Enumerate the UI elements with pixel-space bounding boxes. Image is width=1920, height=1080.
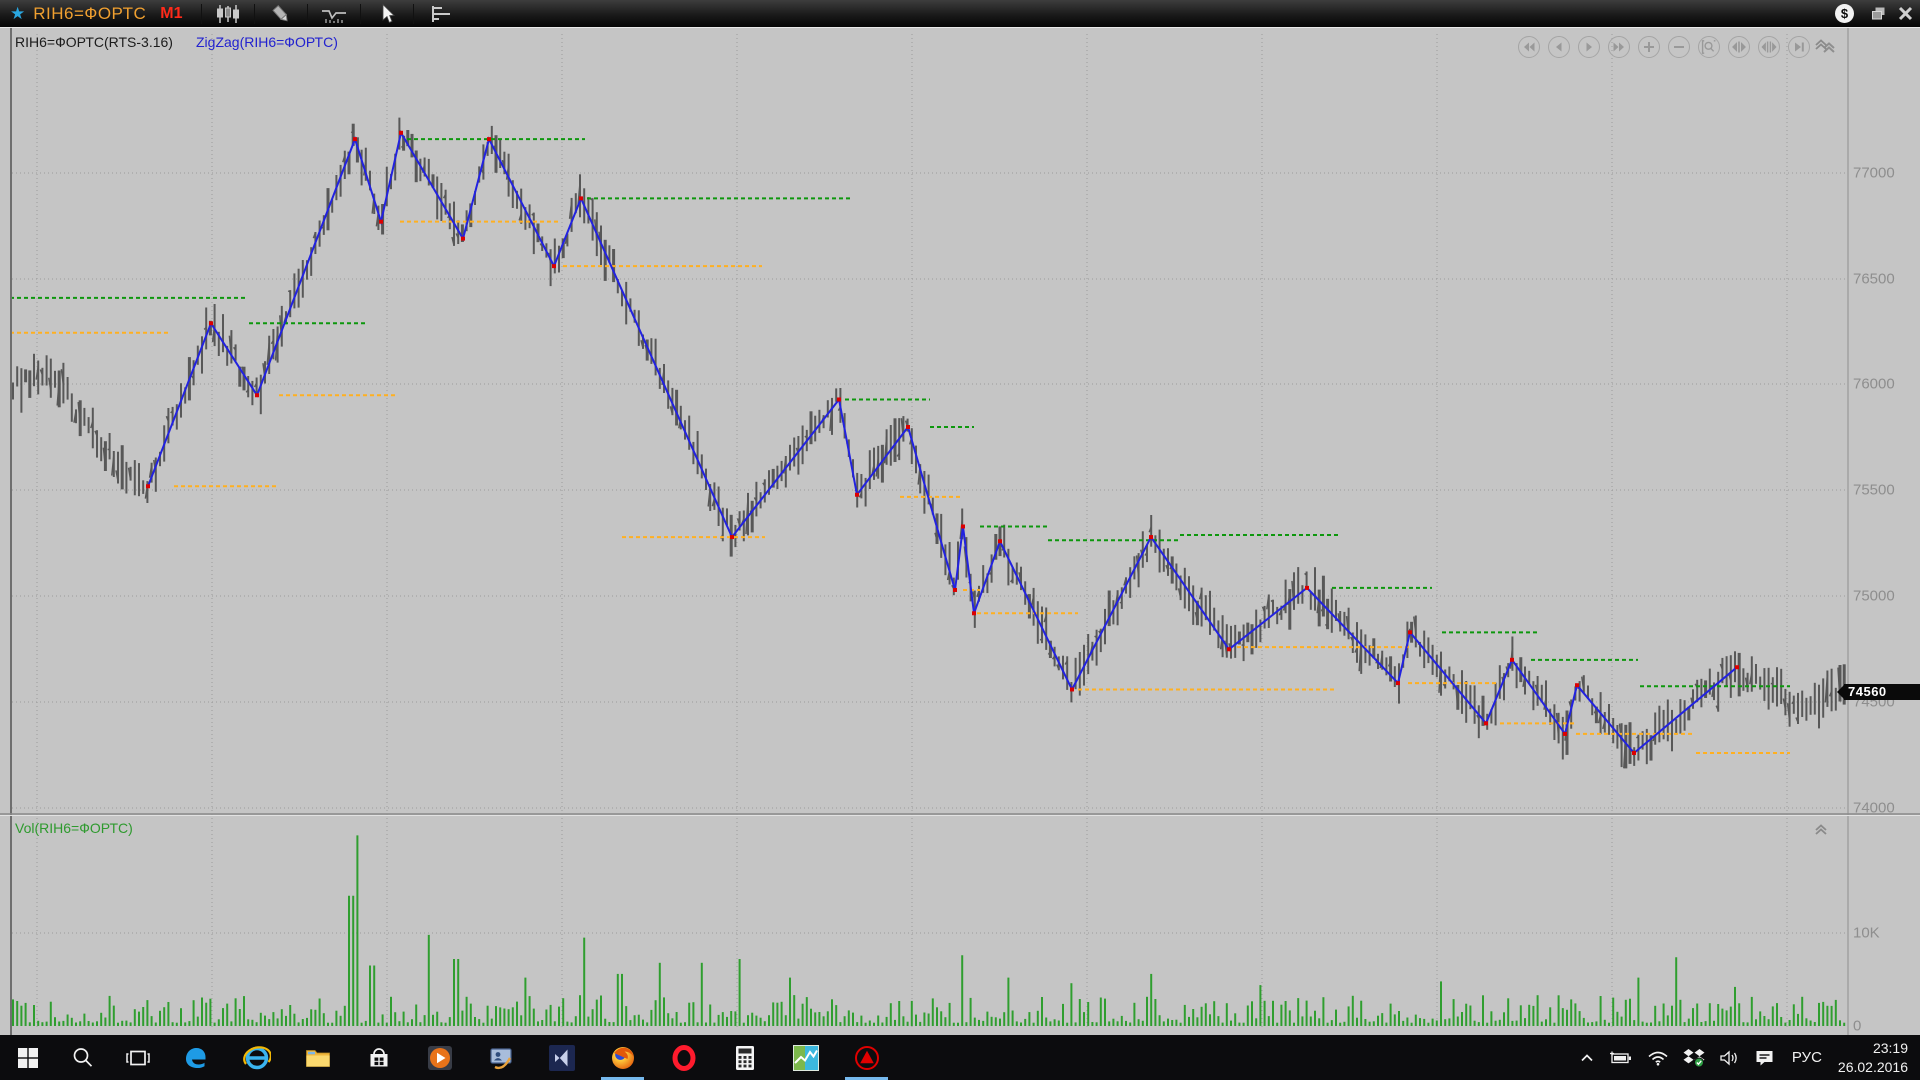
windows-taskbar: РУС 23:19 26.02.2016	[0, 1035, 1920, 1080]
step-back-button[interactable]	[1548, 36, 1570, 58]
titlebar-controls: $	[1835, 0, 1916, 27]
volume-indicator-label: Vol(RIH6=ФОРТС)	[15, 820, 133, 836]
restore-window-button[interactable]	[1868, 4, 1890, 24]
language-indicator[interactable]: РУС	[1782, 1049, 1832, 1066]
system-tray: РУС 23:19 26.02.2016	[1572, 1035, 1920, 1080]
toolbar-separator	[307, 4, 308, 24]
zoom-in-button[interactable]	[1638, 36, 1660, 58]
price-tick-label: 76500	[1853, 271, 1895, 288]
instrument-label: RIH6=ФОРТС(RTS-3.16)	[15, 34, 173, 50]
toolbar-separator	[360, 4, 361, 24]
cursor-tool[interactable]	[367, 1, 407, 26]
zoom-window-button[interactable]	[1698, 36, 1720, 58]
trading-terminal-app[interactable]	[836, 1035, 897, 1080]
firefox-app[interactable]	[592, 1035, 653, 1080]
expand-horizontal-button[interactable]	[1728, 36, 1750, 58]
action-center-icon[interactable]	[1748, 1035, 1782, 1080]
price-tick-label: 76000	[1853, 376, 1895, 393]
price-pane-collapse-chevron[interactable]	[1812, 36, 1830, 52]
chart-app[interactable]	[775, 1035, 836, 1080]
indicator-tool[interactable]	[314, 1, 354, 26]
favorite-star-icon[interactable]: ★	[10, 0, 25, 27]
price-tick-label: 77000	[1853, 165, 1895, 182]
file-explorer-app[interactable]	[287, 1035, 348, 1080]
fit-scale-button[interactable]	[1758, 36, 1780, 58]
visual-studio-app[interactable]	[531, 1035, 592, 1080]
tray-expand-chevron[interactable]	[1572, 1035, 1602, 1080]
opera-app[interactable]	[653, 1035, 714, 1080]
toolbar-separator	[254, 4, 255, 24]
edge-app[interactable]	[165, 1035, 226, 1080]
volume-pane-collapse-chevron[interactable]	[1812, 821, 1830, 837]
rewind-to-start-button[interactable]	[1518, 36, 1540, 58]
clock[interactable]: 23:19 26.02.2016	[1832, 1039, 1920, 1077]
draw-pencil-tool[interactable]	[261, 1, 301, 26]
search-button[interactable]	[55, 1035, 110, 1080]
current-price-tag: 74560	[1844, 684, 1920, 700]
titlebar-symbol: RIH6=ФОРТС	[33, 4, 146, 24]
volume-icon[interactable]	[1712, 1035, 1748, 1080]
price-tick-label: 75500	[1853, 482, 1895, 499]
clock-date: 26.02.2016	[1838, 1058, 1908, 1077]
zigzag-indicator-label: ZigZag(RIH6=ФОРТС)	[196, 34, 338, 50]
price-tick-label: 75000	[1853, 588, 1895, 605]
candlestick-tool[interactable]	[208, 1, 248, 26]
toolbar-separator	[413, 4, 414, 24]
media-player-app[interactable]	[409, 1035, 470, 1080]
chart-toolbar	[195, 1, 460, 26]
windows-store-app[interactable]	[348, 1035, 409, 1080]
wifi-icon[interactable]	[1640, 1035, 1676, 1080]
volume-tick-label: 0	[1853, 1018, 1861, 1035]
desktop: ★ RIH6=ФОРТС M1 $ RIH6=ФОРТС(RTS-3.16) Z…	[0, 0, 1920, 1080]
chart-area: RIH6=ФОРТС(RTS-3.16) ZigZag(RIH6=ФОРТС) …	[0, 27, 1920, 1035]
calculator-app[interactable]	[714, 1035, 775, 1080]
volume-tick-label: 10K	[1853, 925, 1880, 942]
chart-nav-toolbar	[1518, 36, 1838, 58]
taskbar-apps	[0, 1035, 897, 1080]
chart-canvas[interactable]	[0, 28, 1920, 1036]
titlebar-timeframe[interactable]: M1	[160, 5, 182, 23]
support-app[interactable]	[470, 1035, 531, 1080]
toolbar-separator	[201, 4, 202, 24]
window-titlebar: ★ RIH6=ФОРТС M1 $	[0, 0, 1920, 27]
dollar-account-button[interactable]: $	[1835, 4, 1854, 23]
step-forward-button[interactable]	[1578, 36, 1600, 58]
levels-tool[interactable]	[420, 1, 460, 26]
tray-icons	[1572, 1035, 1782, 1080]
fast-forward-button[interactable]	[1608, 36, 1630, 58]
price-tick-label: 74000	[1853, 800, 1895, 817]
battery-icon[interactable]	[1602, 1035, 1640, 1080]
go-to-end-button[interactable]	[1788, 36, 1810, 58]
task-view-button[interactable]	[110, 1035, 165, 1080]
close-window-button[interactable]	[1894, 4, 1916, 24]
clock-time: 23:19	[1838, 1039, 1908, 1058]
dropbox-icon[interactable]	[1676, 1035, 1712, 1080]
internet-explorer-app[interactable]	[226, 1035, 287, 1080]
zoom-out-button[interactable]	[1668, 36, 1690, 58]
start-button[interactable]	[0, 1035, 55, 1080]
